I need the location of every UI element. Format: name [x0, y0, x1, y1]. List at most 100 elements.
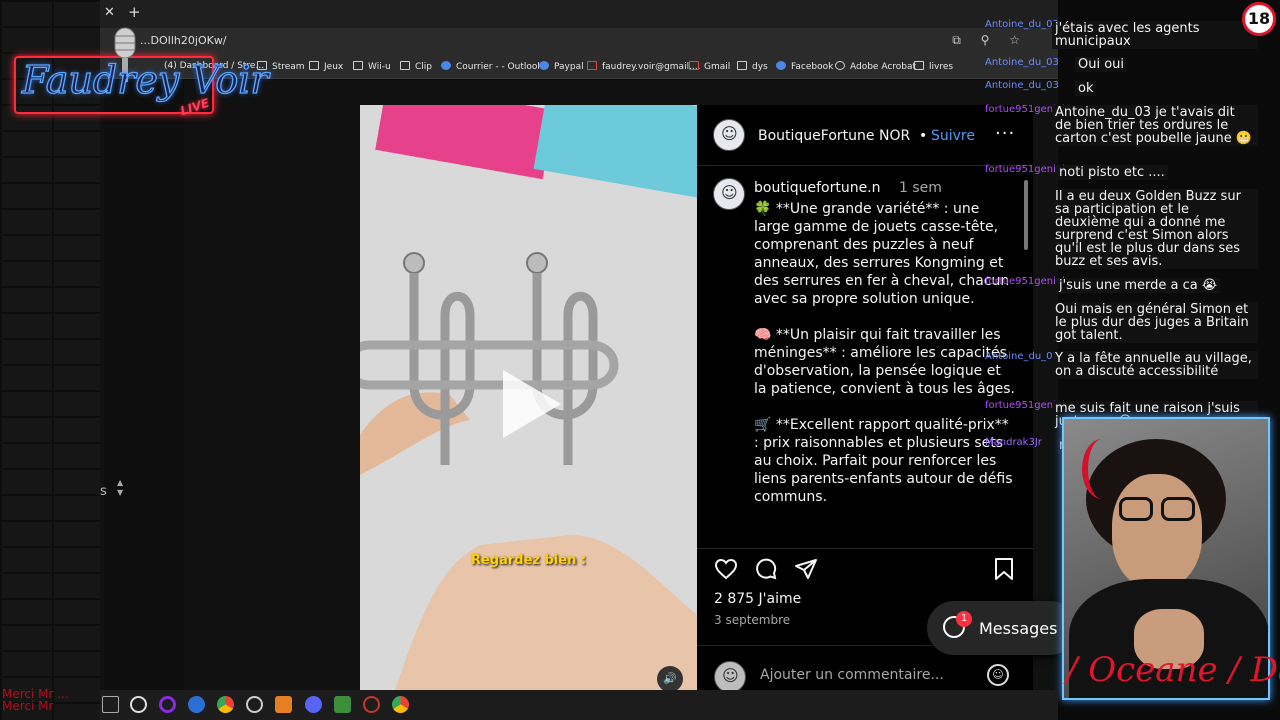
- taskbar-obs-icon[interactable]: [159, 696, 176, 713]
- like-count[interactable]: 2 875 J'aime: [714, 591, 801, 607]
- bookmark-jeux[interactable]: Jeux: [309, 61, 343, 72]
- taskbar-chrome-icon[interactable]: [392, 696, 409, 713]
- comment-icon[interactable]: [754, 557, 778, 581]
- post-video[interactable]: Regardez bien : 🔊: [360, 105, 697, 690]
- caption-time: 1 sem: [899, 180, 942, 196]
- chat-message: ok: [1075, 81, 1097, 96]
- bookmark-paypal[interactable]: Paypal: [539, 61, 584, 72]
- bookmark-wii-u[interactable]: Wii-u: [353, 61, 391, 72]
- age-restriction-badge: 18: [1242, 2, 1276, 36]
- facebook-icon: [776, 61, 786, 70]
- bookmark-label: livres: [929, 62, 954, 72]
- play-icon[interactable]: [503, 370, 561, 438]
- chat-message: noti pisto etc ....: [1056, 165, 1168, 180]
- caption-scrollbar[interactable]: [1024, 180, 1028, 250]
- bookmark-label: Paypal: [554, 62, 584, 72]
- bookmark-label: Facebook: [791, 62, 834, 72]
- post-date: 3 septembre: [714, 613, 791, 627]
- book-icon: [914, 61, 924, 70]
- puzzle-box-pink: [375, 105, 555, 180]
- divider: [697, 548, 1033, 549]
- bookmark-gmail[interactable]: Gmail: [689, 61, 730, 72]
- commenter-avatar: [714, 661, 746, 693]
- overlay-username: Antoine_du_03: [985, 80, 1059, 91]
- bookmark-label: Stream: [272, 62, 305, 72]
- caption-username[interactable]: boutiquefortune.n: [754, 180, 881, 196]
- caption-avatar[interactable]: [713, 178, 745, 210]
- messages-label: Messages: [979, 619, 1058, 638]
- bookmark-faudrey-gmail[interactable]: faudrey.voir@gmail....: [587, 61, 701, 72]
- taskbar-app-icon[interactable]: [102, 696, 119, 713]
- address-bar[interactable]: ...DOIlh20jOKw/ ⧉ ⚲ ☆: [100, 28, 1058, 55]
- overlay-username: Antoine_du_03: [985, 57, 1059, 68]
- caption-text: 🍀 **Une grande variété** : une large gam…: [754, 200, 1016, 524]
- bookmark-label: Courrier - - Outlook: [456, 62, 543, 72]
- follow-button[interactable]: Suivre: [931, 128, 975, 144]
- address-bar-icons[interactable]: ⧉ ⚲ ☆: [952, 33, 1028, 48]
- bookmark-outlook[interactable]: Courrier - - Outlook: [441, 61, 543, 72]
- bookmark-label: faudrey.voir@gmail....: [602, 62, 701, 72]
- comment-input[interactable]: Ajouter un commentaire...: [760, 667, 944, 683]
- gmail-icon: [689, 61, 699, 70]
- taskbar-app-icon[interactable]: [246, 696, 263, 713]
- share-send-icon[interactable]: [794, 557, 818, 581]
- account-avatar[interactable]: [713, 119, 745, 151]
- video-caption: Regardez bien :: [470, 553, 587, 568]
- acrobat-icon: [835, 61, 845, 70]
- person-glasses: [1119, 497, 1197, 523]
- gmail-icon: [587, 61, 597, 70]
- like-heart-icon[interactable]: [714, 557, 738, 581]
- stream-chat: j'étais avec les agents municipaux Oui o…: [1052, 0, 1280, 460]
- new-tab-icon[interactable]: +: [128, 3, 141, 21]
- bookmark-save-icon[interactable]: [993, 557, 1015, 581]
- divider: [697, 165, 1033, 166]
- close-tab-icon[interactable]: ✕: [104, 5, 115, 20]
- left-dark-column: [104, 80, 184, 690]
- folder-icon: [400, 61, 410, 70]
- chat-message: Antoine_du_03 je t'avais dit de bien tri…: [1052, 105, 1258, 146]
- donation-ticker: Merci Mr ... Merci Mr: [2, 688, 69, 712]
- bookmark-clip[interactable]: Clip: [400, 61, 432, 72]
- taskbar-app-icon[interactable]: [275, 696, 292, 713]
- taskbar: [100, 690, 1058, 720]
- chat-message: Oui oui: [1075, 57, 1128, 72]
- taskbar-settings-icon[interactable]: [130, 696, 147, 713]
- bookmark-adobe-acrobat[interactable]: Adobe Acrobat: [835, 61, 916, 72]
- caption-paragraph: 🧠 **Un plaisir qui fait travailler les m…: [754, 327, 1015, 397]
- caption-paragraph: 🛒 **Excellent rapport qualité-prix** : p…: [754, 417, 1013, 505]
- taskbar-app-icon[interactable]: [363, 696, 380, 713]
- folder-icon: [309, 61, 319, 70]
- folder-icon: [353, 61, 363, 70]
- overlay-username: Antoine_du_03: [985, 19, 1059, 30]
- url-text[interactable]: ...DOIlh20jOKw/: [140, 34, 227, 47]
- bookmark-label: Jeux: [324, 62, 344, 72]
- chat-message: Y a la fête annuelle au village, on a di…: [1052, 351, 1258, 379]
- chat-message: j'suis une merde a ca 😭: [1056, 278, 1221, 293]
- ticker-line: Merci Mr: [2, 699, 54, 713]
- taskbar-chrome-icon[interactable]: [217, 696, 234, 713]
- more-options-button[interactable]: ···: [995, 123, 1015, 144]
- chat-message: j'étais avec les agents municipaux: [1052, 21, 1258, 49]
- person-face: [1112, 474, 1202, 589]
- taskbar-app-icon[interactable]: [334, 696, 351, 713]
- outlook-icon: [441, 61, 451, 70]
- bookmark-facebook[interactable]: Facebook: [776, 61, 833, 72]
- messages-button[interactable]: 1 Messages: [927, 601, 1077, 655]
- bookmark-dys[interactable]: dys: [737, 61, 768, 72]
- volume-icon[interactable]: 🔊: [657, 666, 683, 690]
- emoji-icon[interactable]: ☺: [987, 664, 1009, 686]
- bookmark-label: Adobe Acrobat: [850, 62, 917, 72]
- metal-puzzle-illustration: [360, 252, 697, 690]
- taskbar-app-icon[interactable]: [188, 696, 205, 713]
- chat-message: Oui mais en général Simon et le plus dur…: [1052, 302, 1258, 343]
- account-name[interactable]: BoutiqueFortune NOR: [758, 128, 910, 144]
- header-dot: •: [919, 128, 928, 144]
- scroll-arrows-icon[interactable]: ▲ ▼: [117, 478, 123, 498]
- messages-badge: 1: [956, 611, 972, 627]
- bookmark-label: Wii-u: [368, 62, 391, 72]
- paypal-icon: [539, 61, 549, 70]
- taskbar-discord-icon[interactable]: [305, 696, 322, 713]
- overlay-username: Mandrak3Jr: [985, 437, 1042, 448]
- bookmark-label: Gmail: [704, 62, 731, 72]
- bookmark-livres[interactable]: livres: [914, 61, 953, 72]
